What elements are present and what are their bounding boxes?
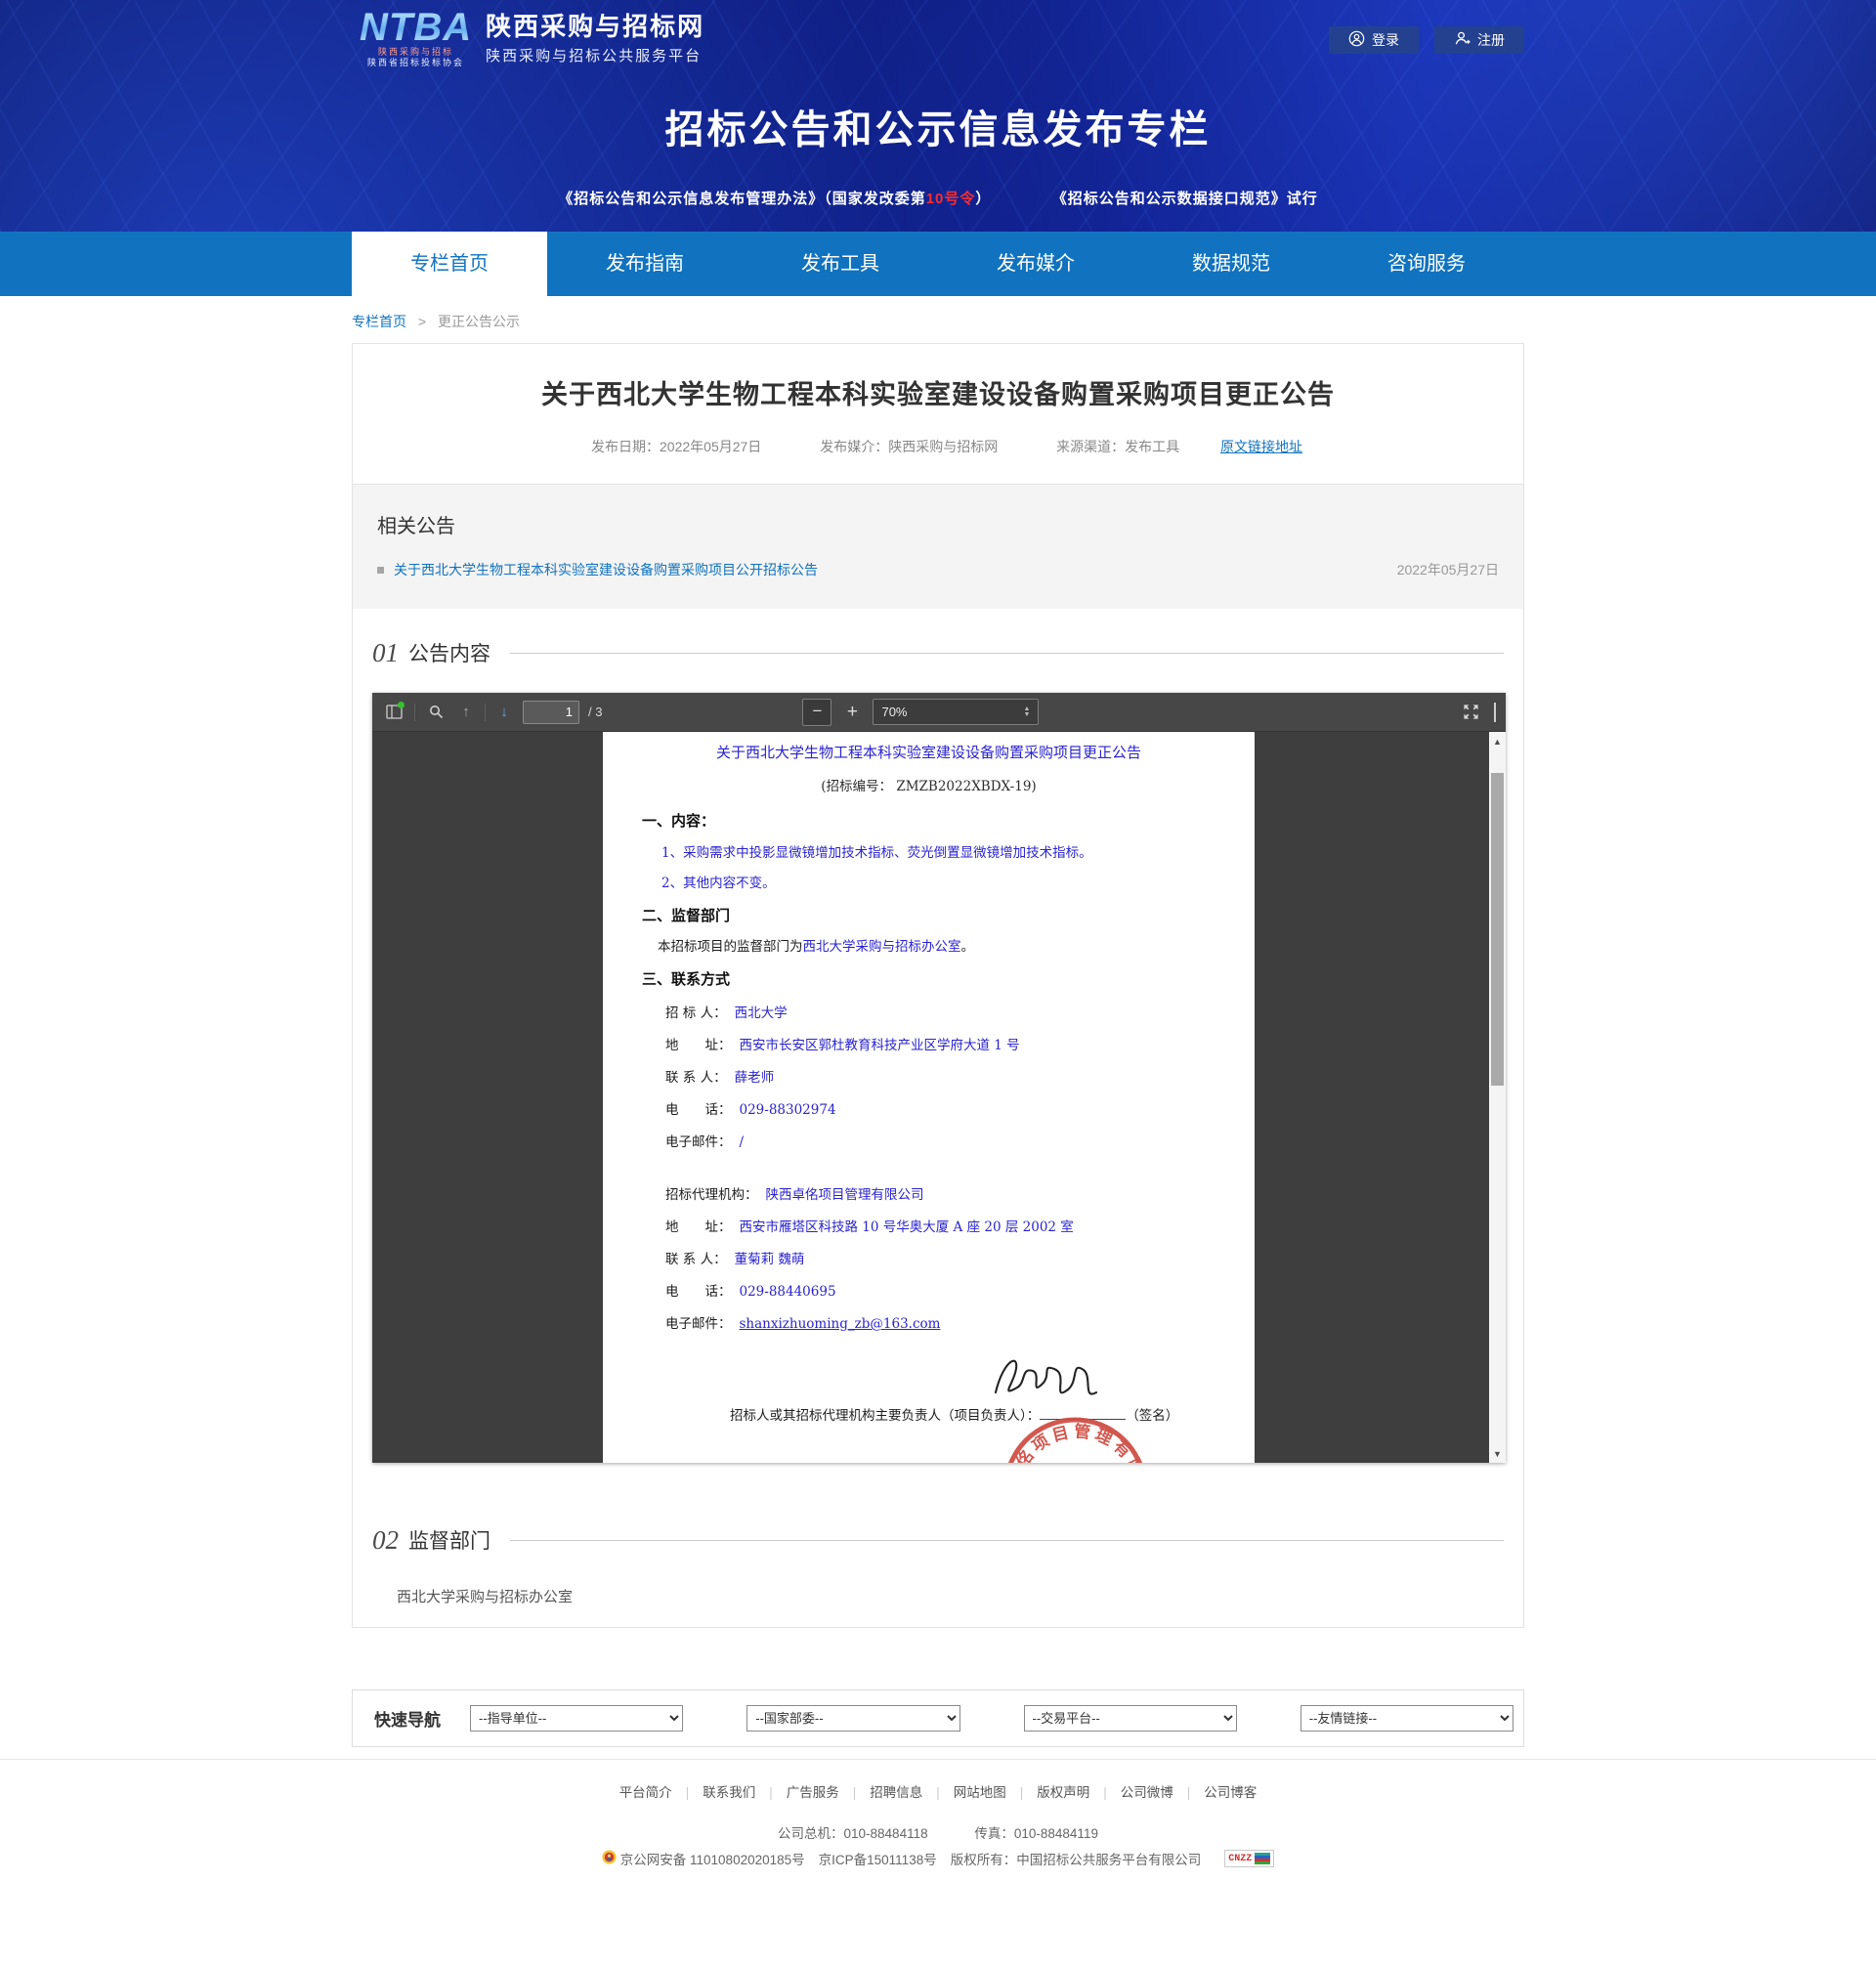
publish-date: 发布日期：2022年05月27日 [591,439,761,454]
icp-link[interactable]: 京ICP备15011138号 [819,1849,937,1868]
red-order-number: 10号令 [926,191,976,207]
pdf-scrollbar[interactable]: ▲ ▼ [1489,732,1506,1463]
main-nav: 专栏首页 发布指南 发布工具 发布媒介 数据规范 咨询服务 [0,232,1876,296]
site-name: 陕西采购与招标网 [486,12,704,41]
section-02-header: 02 监督部门 [372,1525,1504,1555]
footer-link-copyright-statement[interactable]: 版权声明 [1037,1785,1089,1800]
pdf-content-area: 关于西北大学生物工程本科实验室建设设备购置采购项目更正公告 (招标编号： ZMZ… [372,732,1506,1463]
page-title: 关于西北大学生物工程本科实验室建设设备购置采购项目更正公告 [392,373,1484,411]
pdf-ref-number: (招标编号： ZMZB2022XBDX-19) [603,775,1255,794]
publish-media: 发布媒介：陕西采购与招标网 [820,439,998,454]
tab-data-standard[interactable]: 数据规范 [1133,232,1329,296]
breadcrumb-current: 更正公告公示 [438,314,520,329]
footer-link-weibo[interactable]: 公司微博 [1121,1785,1173,1800]
section-01-header: 01 公告内容 [372,638,1504,667]
section-number: 02 [372,1525,399,1556]
signature-block: 招标人或其招标代理机构主要负责人（项目负责人）：（签名） 招标人或其招标代理机构… [603,1404,1255,1463]
source-channel: 来源渠道：发布工具 [1056,439,1179,454]
zoom-in-button[interactable]: + [841,702,863,723]
zoom-out-button[interactable]: − [802,699,831,726]
section-title: 监督部门 [408,1525,490,1555]
logo-ntba-mark: NTBA [360,8,472,47]
banner-note: 《招标公告和公示信息发布管理办法》（国家发改委第10号令） 《招标公告和公示数据… [352,188,1524,208]
police-beian-link[interactable]: 京公网安备 11010802020185号 [602,1849,805,1868]
footer-link-platform-intro[interactable]: 平台简介 [619,1785,672,1800]
company-fax: 传真：010-88484119 [974,1826,1098,1841]
related-title: 相关公告 [377,510,1499,538]
logo-caption-2: 陕西省招标投标协会 [360,58,472,68]
footer-phone-row: 公司总机：010-88484118 传真：010-88484119 [0,1822,1876,1842]
divider [510,1540,1504,1541]
zoom-level-select[interactable]: 70% ▲▼ [873,699,1039,725]
footer-link-contact-us[interactable]: 联系我们 [703,1785,755,1800]
divider [510,653,1504,654]
bullet-icon [377,567,384,574]
site-footer: 平台简介|联系我们|广告服务|招聘信息|网站地图|版权声明|公司微博|公司博客 … [0,1759,1876,1868]
trading-platform-select[interactable]: --交易平台-- [1024,1705,1237,1732]
fullscreen-icon[interactable] [1459,700,1482,725]
supervision-department-value: 西北大学采购与招标办公室 [397,1586,1504,1605]
user-add-icon [1454,30,1471,50]
scrollbar-thumb[interactable] [1491,773,1504,1086]
tab-consult-service[interactable]: 咨询服务 [1329,232,1524,296]
pdf-toolbar: ↑ ↓ / 3 − + 70% ▲▼ [372,693,1506,732]
scroll-up-icon[interactable]: ▲ [1489,737,1506,747]
footer-link-sitemap[interactable]: 网站地图 [954,1785,1006,1800]
search-icon[interactable] [424,700,448,725]
article-meta: 发布日期：2022年05月27日 发布媒介：陕西采购与招标网 来源渠道：发布工具… [392,437,1484,456]
previous-page-icon[interactable]: ↑ [456,704,476,720]
login-button[interactable]: 登录 [1329,26,1419,54]
status-dot [398,702,405,708]
pdf-viewer: ↑ ↓ / 3 − + 70% ▲▼ [372,693,1506,1463]
footer-link-ad-service[interactable]: 广告服务 [787,1785,839,1800]
quick-nav-label: 快速导航 [374,1706,441,1731]
tab-publish-media[interactable]: 发布媒介 [938,232,1133,296]
user-circle-icon [1348,30,1365,50]
footer-icp-row: 京公网安备 11010802020185号 京ICP备15011138号 版权所… [0,1849,1876,1868]
copyright-owner: 版权所有：中国招标公共服务平台有限公司 [951,1849,1202,1868]
agency-email-link[interactable]: shanxizhuoming_zb@163.com [740,1316,941,1332]
breadcrumb: 专栏首页 > 更正公告公示 [352,312,1524,331]
cnzz-counter-badge[interactable]: CNZZ [1224,1850,1274,1867]
company-phone: 公司总机：010-88484118 [778,1826,928,1841]
register-button[interactable]: 注册 [1434,26,1524,54]
original-link[interactable]: 原文链接地址 [1220,439,1302,454]
footer-links: 平台简介|联系我们|广告服务|招聘信息|网站地图|版权声明|公司微博|公司博客 [0,1781,1876,1801]
related-date: 2022年05月27日 [1397,560,1499,579]
pdf-page: 关于西北大学生物工程本科实验室建设设备购置采购项目更正公告 (招标编号： ZMZ… [603,732,1255,1463]
section-title: 公告内容 [408,638,490,667]
site-header: NTBA 陕西采购与招标 陕西省招标投标协会 陕西采购与招标网 陕西采购与招标公… [0,0,1876,232]
banner-title: 招标公告和公示信息发布专栏 [352,98,1524,154]
scroll-down-icon[interactable]: ▼ [1489,1449,1506,1459]
sidebar-toggle-icon[interactable] [382,700,405,725]
national-ministries-select[interactable]: --国家部委-- [746,1705,959,1732]
guiding-unit-select[interactable]: --指导单位-- [470,1705,683,1732]
footer-link-blog[interactable]: 公司博客 [1204,1785,1257,1800]
list-item: 关于西北大学生物工程本科实验室建设设备购置采购项目公开招标公告 2022年05月… [377,560,1499,579]
page-number-input[interactable] [523,701,579,724]
police-badge-icon [602,1850,617,1867]
breadcrumb-home-link[interactable]: 专栏首页 [352,314,406,329]
article-box: 关于西北大学生物工程本科实验室建设设备购置采购项目更正公告 发布日期：2022年… [352,343,1524,1628]
site-logo: NTBA 陕西采购与招标 陕西省招标投标协会 陕西采购与招标网 陕西采购与招标公… [360,8,704,68]
next-page-icon[interactable]: ↓ [494,704,514,720]
page-total: / 3 [588,705,602,719]
toolbar-handle [1494,703,1496,722]
quick-nav-box: 快速导航 --指导单位-- --国家部委-- --交易平台-- --友情链接-- [352,1689,1524,1747]
pdf-doc-title: 关于西北大学生物工程本科实验室建设设备购置采购项目更正公告 [603,742,1255,762]
related-announcement-link[interactable]: 关于西北大学生物工程本科实验室建设设备购置采购项目公开招标公告 [394,560,818,579]
related-announcements: 相关公告 关于西北大学生物工程本科实验室建设设备购置采购项目公开招标公告 202… [353,485,1523,609]
site-subtitle: 陕西采购与招标公共服务平台 [486,45,704,65]
tab-column-home[interactable]: 专栏首页 [352,232,547,296]
friendly-links-select[interactable]: --友情链接-- [1300,1705,1514,1732]
section-number: 01 [372,638,399,668]
spinner-icon: ▲▼ [1024,706,1031,718]
cnzz-flag-icon [1255,1853,1270,1864]
tab-publish-tool[interactable]: 发布工具 [743,232,938,296]
tab-publish-guide[interactable]: 发布指南 [547,232,743,296]
footer-link-recruitment[interactable]: 招聘信息 [870,1785,922,1800]
